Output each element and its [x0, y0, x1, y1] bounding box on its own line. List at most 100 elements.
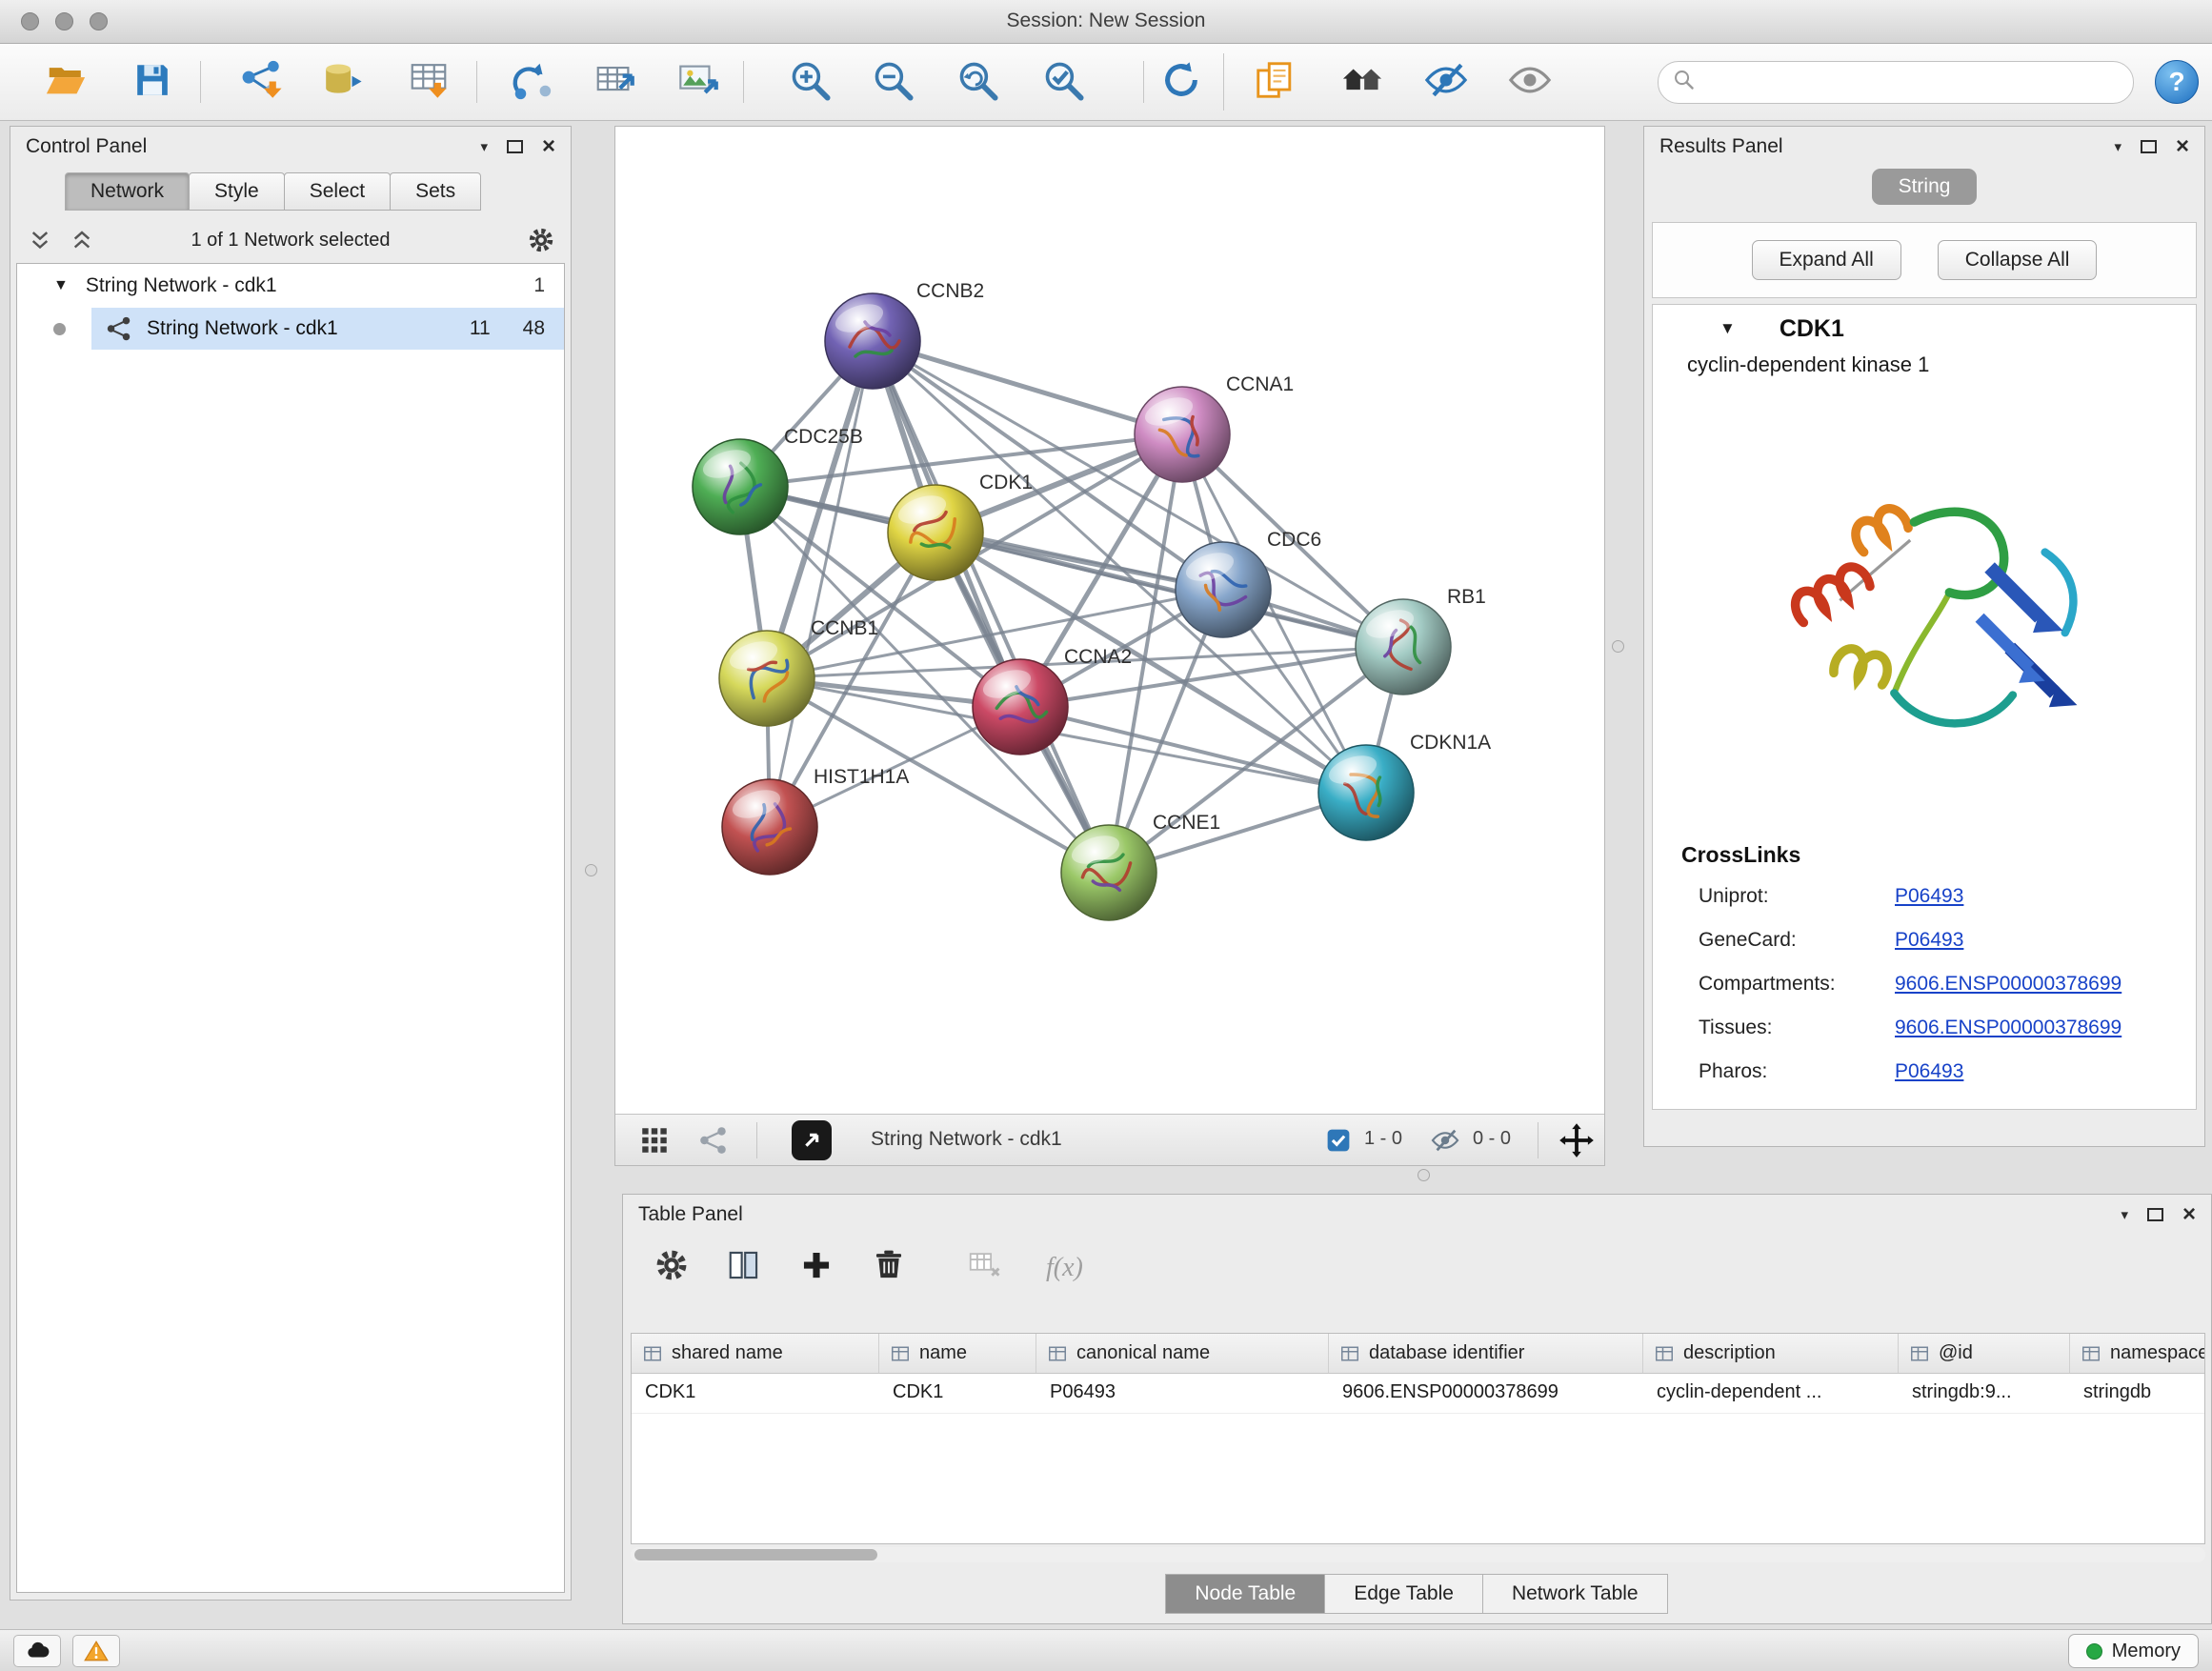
- collapse-all-button[interactable]: Collapse All: [1938, 240, 2098, 280]
- network-node-ccnb2[interactable]: [825, 293, 920, 389]
- splitter-handle[interactable]: [585, 864, 597, 876]
- export-image-button[interactable]: [672, 55, 725, 109]
- panel-menu-icon[interactable]: ▾: [2114, 138, 2122, 155]
- network-node-ccne1[interactable]: [1061, 825, 1156, 920]
- table-toolbar: f(x): [623, 1235, 2211, 1301]
- network-node-cdc6[interactable]: [1176, 542, 1271, 637]
- memory-button[interactable]: Memory: [2068, 1634, 2199, 1668]
- table-options-button[interactable]: [654, 1247, 695, 1289]
- hide-selected-button[interactable]: [1419, 55, 1473, 109]
- create-column-button[interactable]: [798, 1247, 840, 1289]
- network-options-gear-icon[interactable]: [527, 226, 555, 254]
- zoom-in-icon: [788, 58, 832, 107]
- crosslink-link[interactable]: 9606.ENSP00000378699: [1895, 973, 2122, 996]
- crosslink-link[interactable]: P06493: [1895, 929, 1963, 952]
- tab-network[interactable]: Network: [65, 172, 190, 211]
- network-node-hist1h1a[interactable]: [722, 779, 817, 875]
- panel-float-icon[interactable]: [2147, 1208, 2163, 1221]
- open-in-window-button[interactable]: [792, 1120, 832, 1160]
- column-header-database-identifier[interactable]: database identifier: [1329, 1334, 1643, 1373]
- delete-column-button[interactable]: [871, 1247, 913, 1289]
- splitter-handle[interactable]: [1418, 1169, 1430, 1181]
- table-horizontal-scrollbar[interactable]: [631, 1547, 2205, 1562]
- panel-close-icon[interactable]: ×: [2176, 135, 2189, 158]
- zoom-selected-button[interactable]: [1036, 55, 1090, 109]
- homes-button[interactable]: [1336, 55, 1389, 109]
- network-edge[interactable]: [770, 341, 873, 827]
- column-header-namespace[interactable]: namespace: [2070, 1334, 2205, 1373]
- column-header-description[interactable]: description: [1643, 1334, 1899, 1373]
- zoom-in-button[interactable]: [783, 55, 836, 109]
- network-birdseye-icon[interactable]: [697, 1124, 730, 1157]
- show-all-button[interactable]: [1503, 55, 1557, 109]
- export-table-button[interactable]: [588, 55, 641, 109]
- eye-icon: [1508, 58, 1552, 107]
- tab-style[interactable]: Style: [189, 172, 285, 211]
- search-input[interactable]: [1704, 71, 2133, 93]
- hidden-eye-icon[interactable]: [1431, 1126, 1459, 1155]
- string-tab[interactable]: String: [1644, 169, 2204, 205]
- network-node-cdk1[interactable]: [888, 485, 983, 580]
- network-node-cdc25b[interactable]: [693, 439, 788, 534]
- zoom-out-button[interactable]: [866, 55, 919, 109]
- network-node-cdkn1a[interactable]: [1318, 745, 1414, 840]
- column-header-at-id[interactable]: @id: [1899, 1334, 2070, 1373]
- network-node-rb1[interactable]: [1356, 599, 1451, 695]
- panel-float-icon[interactable]: [507, 140, 523, 153]
- function-builder-button[interactable]: f(x): [1046, 1253, 1083, 1283]
- crosslink-link[interactable]: P06493: [1895, 885, 1963, 908]
- expand-all-button[interactable]: Expand All: [1752, 240, 1901, 280]
- disclosure-triangle-icon[interactable]: ▼: [53, 277, 69, 294]
- network-edge[interactable]: [873, 341, 1109, 873]
- warnings-button[interactable]: [72, 1635, 120, 1667]
- new-network-from-selection-button[interactable]: [505, 55, 558, 109]
- column-header-shared-name[interactable]: shared name: [632, 1334, 879, 1373]
- selected-checkbox-icon[interactable]: [1325, 1127, 1352, 1154]
- tab-select[interactable]: Select: [284, 172, 391, 211]
- tab-network-table[interactable]: Network Table: [1482, 1574, 1668, 1614]
- panel-menu-icon[interactable]: ▾: [480, 138, 488, 155]
- network-row[interactable]: String Network - cdk1 11 48: [17, 308, 564, 350]
- table-row[interactable]: CDK1 CDK1 P06493 9606.ENSP00000378699 cy…: [632, 1374, 2204, 1414]
- network-edge[interactable]: [873, 341, 1182, 434]
- import-network-database-button[interactable]: [314, 55, 368, 109]
- open-session-button[interactable]: [39, 55, 92, 109]
- import-table-icon: [407, 58, 451, 107]
- tab-sets[interactable]: Sets: [390, 172, 481, 211]
- grid-view-icon[interactable]: [638, 1124, 671, 1157]
- column-header-canonical-name[interactable]: canonical name: [1036, 1334, 1329, 1373]
- help-button[interactable]: ?: [2155, 60, 2199, 104]
- cloud-button[interactable]: [13, 1635, 61, 1667]
- column-header-name[interactable]: name: [879, 1334, 1036, 1373]
- refresh-network-button[interactable]: [1155, 55, 1208, 109]
- network-icon: [105, 314, 133, 343]
- show-columns-button[interactable]: [726, 1247, 768, 1289]
- fit-selected-crosshair-icon[interactable]: [1558, 1122, 1595, 1158]
- network-collection-row[interactable]: ▼ String Network - cdk1 1: [17, 264, 564, 308]
- network-canvas[interactable]: CCNB2CCNA1CDC25BCDK1CDC6RB1CCNB1CCNA2CDK…: [615, 127, 1604, 1114]
- workspace: Control Panel ▾ × Network Style Select S…: [0, 121, 2212, 1629]
- network-node-ccnb1[interactable]: [719, 631, 814, 726]
- panel-close-icon[interactable]: ×: [2182, 1203, 2196, 1226]
- scrollbar-thumb[interactable]: [634, 1549, 877, 1560]
- save-session-button[interactable]: [126, 55, 179, 109]
- splitter-handle[interactable]: [1612, 640, 1624, 653]
- delete-table-button-disabled[interactable]: [966, 1247, 1008, 1289]
- memory-label: Memory: [2112, 1641, 2181, 1662]
- tab-node-table[interactable]: Node Table: [1165, 1574, 1325, 1614]
- crosslink-link[interactable]: 9606.ENSP00000378699: [1895, 1017, 2122, 1039]
- network-node-ccna1[interactable]: [1135, 387, 1230, 482]
- import-network-file-button[interactable]: [234, 55, 288, 109]
- panel-menu-icon[interactable]: ▾: [2121, 1206, 2128, 1223]
- import-table-file-button[interactable]: [402, 55, 455, 109]
- collapse-section-icon[interactable]: ▼: [1719, 319, 1736, 338]
- network-node-ccna2[interactable]: [973, 659, 1068, 755]
- zoom-fit-button[interactable]: [951, 55, 1004, 109]
- tab-edge-table[interactable]: Edge Table: [1324, 1574, 1483, 1614]
- crosslink-link[interactable]: P06493: [1895, 1060, 1963, 1083]
- panel-float-icon[interactable]: [2141, 140, 2157, 153]
- documents-button[interactable]: [1248, 55, 1301, 109]
- protein-card-header[interactable]: ▼ CDK1: [1653, 305, 2196, 352]
- network-row-selected[interactable]: String Network - cdk1 11 48: [91, 308, 564, 350]
- panel-close-icon[interactable]: ×: [542, 135, 555, 158]
